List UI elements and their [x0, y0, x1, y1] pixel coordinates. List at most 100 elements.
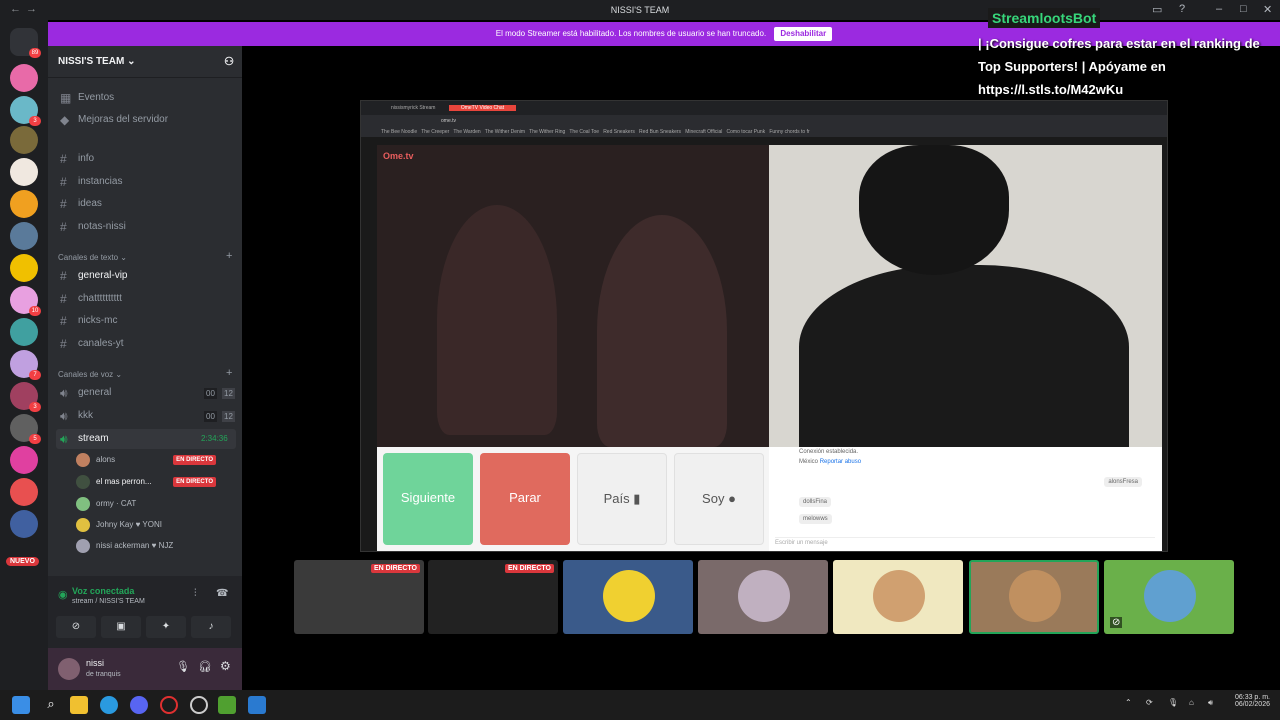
stream-tile[interactable]: EN DIRECTO	[428, 560, 558, 634]
voice-channel-general[interactable]: 🔊︎ general 00 12	[56, 383, 236, 403]
add-channel-icon[interactable]: +	[226, 250, 232, 262]
channel-info[interactable]: # info	[56, 149, 236, 169]
file-explorer-icon[interactable]	[70, 696, 88, 714]
server-icon[interactable]: 3	[10, 96, 41, 126]
browser-tab[interactable]: nissismyrick Stream	[391, 105, 435, 111]
gear-icon[interactable]: ⚙	[220, 659, 231, 673]
sync-icon[interactable]: ⟳	[1146, 698, 1153, 707]
camera-button[interactable]: ⊘	[56, 616, 96, 638]
server-icon[interactable]: 10	[10, 286, 41, 316]
disconnect-icon[interactable]: ☎	[216, 588, 228, 599]
country-button[interactable]: País ▮	[577, 453, 667, 545]
avatar[interactable]	[58, 658, 80, 680]
server-icon[interactable]	[10, 222, 38, 250]
bookmark[interactable]: The Bee Noodle	[381, 129, 417, 135]
voice-channel-path[interactable]: stream / NISSI'S TEAM	[72, 598, 145, 605]
edge-icon[interactable]	[100, 696, 118, 714]
channel-chat[interactable]: # chatttttttttt	[56, 289, 236, 309]
voice-user[interactable]: nissi ackerman ♥ NJZ	[76, 536, 236, 556]
bookmark[interactable]: The Creeper	[421, 129, 449, 135]
boosts-item[interactable]: ◆ Mejoras del servidor	[56, 110, 236, 130]
server-icon[interactable]	[10, 126, 38, 154]
server-header[interactable]: NISSI'S TEAM ⌄ ⚇	[48, 46, 242, 78]
gender-button[interactable]: Soy ●	[674, 453, 764, 545]
voice-user-tag: CAT	[120, 499, 137, 508]
discord-icon[interactable]	[130, 696, 148, 714]
search-icon[interactable]: ⌕	[42, 696, 60, 714]
server-icon[interactable]	[10, 318, 38, 346]
obs-icon[interactable]	[190, 696, 208, 714]
bookmark[interactable]: Funny chords to fr	[769, 129, 809, 135]
stream-tile[interactable]: EN DIRECTO	[294, 560, 424, 634]
participant-tile[interactable]	[833, 560, 963, 634]
network-icon[interactable]: ⌂	[1189, 698, 1194, 707]
server-icon[interactable]	[10, 478, 38, 506]
user-status: de tranquis	[86, 671, 121, 678]
stop-button[interactable]: Parar	[480, 453, 570, 545]
report-abuse-link[interactable]: Reportar abuso	[820, 459, 861, 465]
next-button[interactable]: Siguiente	[383, 453, 473, 545]
voice-channel-stream[interactable]: 🔊︎ stream 2:34:36	[56, 429, 236, 449]
channel-ideas[interactable]: # ideas	[56, 194, 236, 214]
voice-channel-kkk[interactable]: 🔊︎ kkk 00 12	[56, 406, 236, 426]
noise-suppression-icon[interactable]: ⫶	[194, 588, 197, 599]
add-member-icon[interactable]: ⚇	[224, 55, 234, 68]
server-icon[interactable]	[10, 158, 38, 186]
participant-tile[interactable]: ⊘	[1104, 560, 1234, 634]
server-icon[interactable]: 3	[10, 382, 41, 412]
disable-streamer-button[interactable]: Deshabilitar	[774, 27, 833, 41]
server-icon[interactable]	[10, 190, 38, 218]
events-item[interactable]: ▦ Eventos	[56, 88, 236, 108]
voice-user[interactable]: Johny Kay ♥ YONI	[76, 515, 236, 535]
chevron-up-icon[interactable]: ⌃	[1125, 698, 1132, 707]
participant-tile[interactable]	[698, 560, 828, 634]
participant-tile-speaking[interactable]	[969, 560, 1099, 634]
channel-instancias[interactable]: # instancias	[56, 172, 236, 192]
activities-button[interactable]: ✦	[146, 616, 186, 638]
server-icon[interactable]	[10, 446, 38, 474]
bookmark[interactable]: The Coal Toe	[569, 129, 599, 135]
server-icon[interactable]	[10, 64, 38, 92]
bookmark[interactable]: Minecraft Official	[685, 129, 722, 135]
chat-input[interactable]: Escribir un mensaje	[775, 537, 1155, 546]
bookmark[interactable]: The Warden	[453, 129, 480, 135]
bookmark[interactable]: Como tocar Punk	[727, 129, 766, 135]
clock[interactable]: 06:33 p. m. 06/02/2026	[1226, 694, 1270, 708]
share-screen-button[interactable]: ▣	[101, 616, 141, 638]
minecraft-icon[interactable]	[218, 696, 236, 714]
soundboard-button[interactable]: ♪	[191, 616, 231, 638]
server-icon[interactable]	[10, 510, 38, 538]
channel-nicks-mc[interactable]: # nicks-mc	[56, 311, 236, 331]
address-bar[interactable]: ome.tv	[361, 115, 1167, 127]
text-category-label: Canales de texto	[58, 253, 119, 262]
bookmark[interactable]: Red Sneakers	[603, 129, 635, 135]
microphone-icon[interactable]: 🎙︎	[1168, 698, 1178, 707]
channel-canales-yt[interactable]: # canales-yt	[56, 334, 236, 354]
participant-tile[interactable]	[563, 560, 693, 634]
server-icon[interactable]: 7	[10, 350, 41, 380]
volume-icon[interactable]: 🔊︎	[1208, 698, 1213, 708]
bookmark[interactable]: The Wither Ring	[529, 129, 565, 135]
direct-messages-icon[interactable]: 89	[10, 28, 41, 58]
channel-label: notas-nissi	[78, 221, 126, 232]
voice-user[interactable]: ormy · CAT	[76, 494, 236, 514]
start-icon[interactable]	[12, 696, 30, 714]
app-icon[interactable]	[248, 696, 266, 714]
voice-category[interactable]: Canales de voz ⌄	[58, 370, 122, 379]
bookmark[interactable]: The Wither Denim	[485, 129, 525, 135]
server-list: 89 3 10 7 3 5 NUEVO	[0, 20, 48, 690]
voice-user[interactable]: alons EN DIRECTO	[76, 450, 236, 470]
browser-tab[interactable]: OmeTV Video Chat	[448, 105, 517, 111]
microphone-icon[interactable]: 🎙︎	[176, 660, 190, 673]
bookmark[interactable]: Red Bun Sneakers	[639, 129, 681, 135]
voice-user[interactable]: el mas perron... EN DIRECTO	[76, 472, 236, 492]
headphones-icon[interactable]: 🎧︎	[198, 660, 212, 673]
server-icon[interactable]: 5	[10, 414, 41, 444]
server-icon[interactable]	[10, 254, 38, 282]
opera-icon[interactable]	[160, 696, 178, 714]
add-channel-icon[interactable]: +	[226, 367, 232, 379]
channel-notas-nissi[interactable]: # notas-nissi	[56, 217, 236, 237]
ometv-controls: Siguiente Parar País ▮ Soy ●	[377, 447, 769, 551]
text-category[interactable]: Canales de texto ⌄	[58, 253, 127, 262]
channel-general-vip[interactable]: # general-vip	[56, 266, 236, 286]
